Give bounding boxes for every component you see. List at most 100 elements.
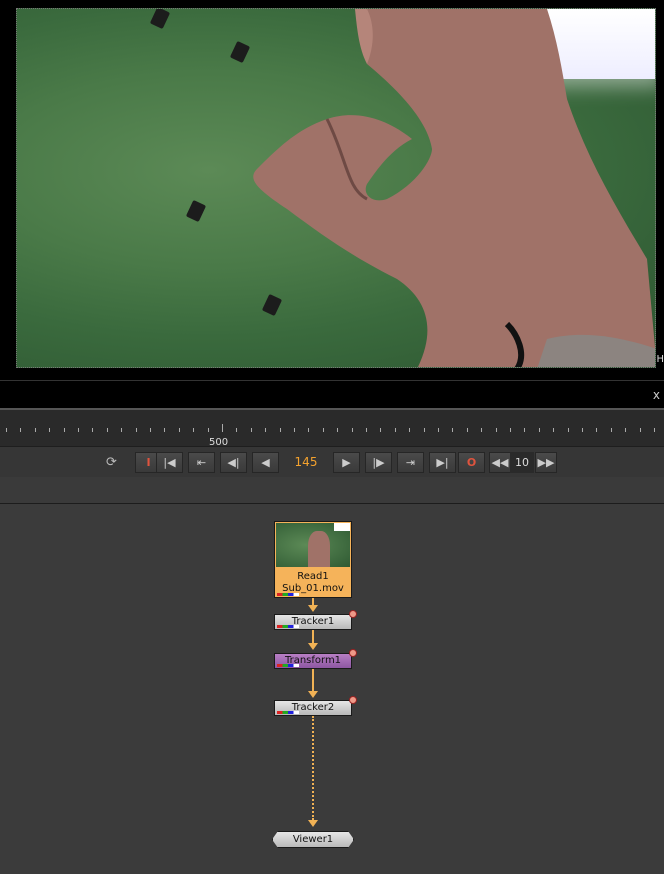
prev-frame-button[interactable]: ◀| (220, 452, 247, 473)
first-frame-button[interactable]: |◀ (156, 452, 183, 473)
increment-button[interactable]: ▶▶ (535, 452, 557, 473)
viewer1-node[interactable]: Viewer1 (272, 831, 354, 848)
current-frame-field[interactable]: 145 (287, 455, 325, 469)
timeline-tick (294, 428, 295, 432)
play-backward-icon: ◀ (261, 456, 270, 469)
node-badge-icon (349, 649, 357, 657)
timeline-tick (323, 428, 324, 432)
timeline-tick (640, 428, 641, 432)
timeline-tick (49, 428, 50, 432)
timeline-tick (510, 428, 511, 432)
channel-indicator (277, 593, 299, 596)
timeline-tick (150, 428, 151, 432)
step-back-icon: ◀| (227, 456, 240, 469)
hand-image (253, 9, 655, 367)
tracking-marker (185, 199, 207, 223)
viewer-image[interactable] (16, 8, 656, 368)
transport-bar: ⟳ I |◀ ⇤ ◀| ◀ 145 ▶ |▶ ⇥ ▶| O ◀◀ 10 ▶▶ (0, 446, 664, 478)
node-badge-icon (349, 610, 357, 618)
read-node-name: Read1 (297, 571, 329, 582)
timeline-tick (582, 428, 583, 432)
timeline-tick (380, 428, 381, 432)
timeline-tick (467, 428, 468, 432)
timeline-tick (136, 428, 137, 432)
timeline-tick (121, 428, 122, 432)
timeline-tick (308, 428, 309, 432)
timeline-tick (164, 428, 165, 432)
frame-increment-field[interactable]: 10 (510, 452, 534, 473)
timeline-tick (337, 428, 338, 432)
connection-arrow-icon (308, 643, 318, 650)
out-point-button[interactable]: O (458, 452, 485, 473)
timeline-tick (193, 428, 194, 432)
timeline-tick (366, 428, 367, 432)
loop-mode-icon[interactable]: ⟳ (106, 455, 117, 470)
viewer-corner-label: H (656, 354, 664, 365)
timeline-tick (596, 428, 597, 432)
rewind-icon: ◀◀ (491, 456, 509, 469)
timeline-tick (107, 428, 108, 432)
timeline-tick (496, 428, 497, 432)
timeline-tick (64, 428, 65, 432)
timeline-tick (481, 428, 482, 432)
timeline-tick (438, 428, 439, 432)
connection-line (312, 669, 314, 691)
connection-arrow-icon (308, 691, 318, 698)
viewer-connection-line (312, 716, 314, 820)
timeline-tick (208, 428, 209, 432)
timeline-tick (35, 428, 36, 432)
timeline-tick (424, 428, 425, 432)
transform1-node[interactable]: Transform1 (274, 649, 357, 669)
timeline-tick (280, 428, 281, 432)
timeline-tick (553, 428, 554, 432)
play-forward-button[interactable]: ▶ (333, 452, 360, 473)
channel-indicator (277, 625, 299, 628)
prev-keyframe-button[interactable]: ⇤ (188, 452, 215, 473)
timeline-tick (179, 428, 180, 432)
timeline-tick (92, 428, 93, 432)
panel-tab-strip (0, 477, 664, 504)
timeline-tick (236, 428, 237, 432)
connection-arrow-icon (308, 605, 318, 612)
connection-arrow-icon (308, 820, 318, 827)
next-keyframe-button[interactable]: ⇥ (397, 452, 424, 473)
timeline-tick (395, 428, 396, 432)
timeline-tick (20, 428, 21, 432)
skip-start-icon: |◀ (163, 456, 176, 469)
next-frame-button[interactable]: |▶ (365, 452, 392, 473)
connection-line (312, 630, 314, 643)
viewer-panel[interactable]: H (0, 0, 664, 380)
play-backward-button[interactable]: ◀ (252, 452, 279, 473)
fast-forward-icon: ▶▶ (537, 456, 555, 469)
viewer1-label: Viewer1 (292, 834, 334, 845)
decrement-button[interactable]: ◀◀ (489, 452, 511, 473)
timeline-tick (452, 428, 453, 432)
timeline-tick (611, 428, 612, 432)
timeline-tick (625, 428, 626, 432)
timeline-tick (654, 428, 655, 432)
timeline-tick (265, 428, 266, 432)
prev-keyframe-icon: ⇤ (196, 456, 207, 469)
node-graph[interactable]: Read1 Sub_01.mov Tracker1 Transform1 Tra… (0, 504, 664, 874)
skip-end-icon: ▶| (436, 456, 449, 469)
channel-indicator (277, 711, 299, 714)
tracker1-node[interactable]: Tracker1 (274, 610, 357, 630)
timeline-tick (6, 428, 7, 432)
play-icon: ▶ (342, 456, 351, 469)
timeline[interactable]: 500 (0, 408, 664, 448)
close-icon[interactable]: x (653, 388, 660, 402)
timeline-tick (539, 428, 540, 432)
timeline-tick (409, 428, 410, 432)
timeline-tick (568, 428, 569, 432)
channel-indicator (277, 664, 299, 667)
tracking-marker (149, 9, 171, 30)
panel-divider: x (0, 380, 664, 409)
timeline-tick (251, 428, 252, 432)
timeline-tick (352, 428, 353, 432)
node-badge-icon (349, 696, 357, 704)
read-node-thumbnail (276, 523, 350, 567)
read-node[interactable]: Read1 Sub_01.mov (274, 521, 352, 598)
last-frame-button[interactable]: ▶| (429, 452, 456, 473)
tracker2-node[interactable]: Tracker2 (274, 696, 357, 716)
timeline-tick (222, 424, 223, 432)
